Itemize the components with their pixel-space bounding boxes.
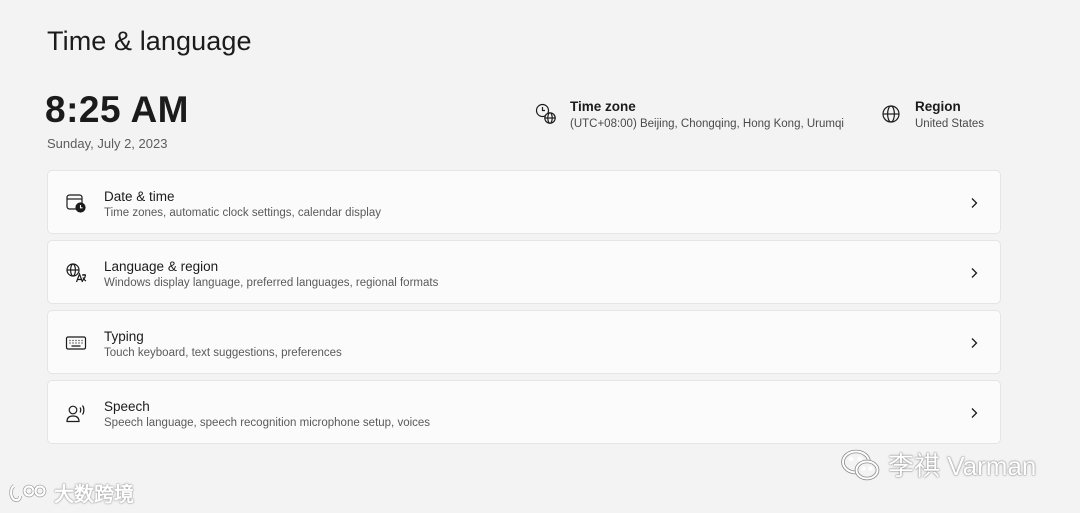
setting-description: Windows display language, preferred lang…	[104, 277, 439, 289]
speech-icon	[65, 402, 87, 424]
wechat-icon	[840, 448, 882, 482]
typing-setting[interactable]: Typing Touch keyboard, text suggestions,…	[47, 310, 1001, 374]
region-summary[interactable]: Region United States	[880, 98, 984, 132]
page-title: Time & language	[47, 26, 252, 56]
date-time-setting[interactable]: Date & time Time zones, automatic clock …	[47, 170, 1001, 234]
setting-description: Touch keyboard, text suggestions, prefer…	[104, 347, 342, 359]
chevron-right-icon	[971, 268, 978, 278]
globe-icon	[880, 103, 902, 125]
chevron-right-icon	[971, 198, 978, 208]
watermark-right-text: 李祺 Varman	[888, 451, 1037, 481]
language-icon	[65, 262, 87, 284]
setting-description: Speech language, speech recognition micr…	[104, 417, 431, 429]
speech-setting[interactable]: Speech Speech language, speech recogniti…	[47, 380, 1001, 444]
setting-title: Language & region	[104, 259, 219, 274]
setting-title: Date & time	[104, 189, 175, 204]
current-time: 8:25 AM	[45, 89, 190, 130]
watermark-logo-icon	[8, 480, 48, 506]
setting-title: Speech	[104, 399, 150, 414]
chevron-right-icon	[971, 408, 978, 418]
region-label: Region	[915, 99, 961, 114]
setting-description: Time zones, automatic clock settings, ca…	[104, 207, 381, 219]
setting-title: Typing	[104, 329, 144, 344]
time-zone-value: (UTC+08:00) Beijing, Chongqing, Hong Kon…	[570, 118, 844, 130]
clock-globe-icon	[535, 103, 557, 125]
current-date: Sunday, July 2, 2023	[47, 136, 168, 151]
time-zone-label: Time zone	[570, 99, 636, 114]
watermark-left: 大数跨境	[8, 478, 134, 507]
language-region-setting[interactable]: Language & region Windows display langua…	[47, 240, 1001, 304]
watermark-left-text: 大数跨境	[54, 484, 134, 506]
keyboard-icon	[65, 332, 87, 354]
chevron-right-icon	[971, 338, 978, 348]
region-value: United States	[915, 118, 985, 130]
watermark-right: 李祺 Varman	[840, 446, 1036, 483]
calendar-clock-icon	[65, 192, 87, 214]
time-zone-summary[interactable]: Time zone (UTC+08:00) Beijing, Chongqing…	[535, 98, 844, 132]
